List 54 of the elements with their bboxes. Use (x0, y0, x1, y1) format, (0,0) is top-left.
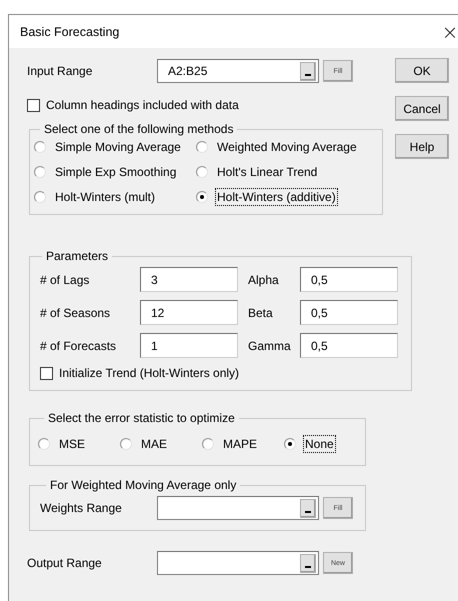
text-field[interactable]: 1 (140, 333, 238, 358)
group-title: Select the error statistic to optimize (47, 411, 236, 425)
radio-label: MSE (58, 436, 86, 453)
radio-button[interactable] (196, 166, 208, 178)
radio-button[interactable] (120, 438, 132, 450)
field-label: Alpha (248, 272, 280, 286)
field-label: Gamma (248, 338, 292, 352)
close-button[interactable]: × (435, 20, 458, 44)
text-field[interactable]: 12 (140, 300, 238, 325)
range-field[interactable]: A2:B25 (157, 59, 319, 83)
text-field[interactable]: 0,5 (300, 267, 398, 292)
field-label: Weights Range (40, 501, 123, 515)
range-field[interactable] (157, 496, 319, 520)
field-label: Output Range (27, 556, 103, 570)
radio-label: Holt-Winters (additive) (215, 188, 338, 206)
range-field[interactable] (157, 551, 319, 575)
radio-button[interactable] (34, 141, 46, 153)
radio-label: None (303, 435, 336, 453)
dialog-button[interactable]: Help (395, 134, 449, 159)
group-title: For Weighted Moving Average only (49, 478, 238, 492)
radio-button[interactable] (34, 166, 46, 178)
radio-label: Holt-Winters (mult) (54, 189, 156, 206)
checkbox-label: Column headings included with data (46, 98, 239, 112)
radio-label: Simple Moving Average (54, 139, 182, 156)
window-title: Basic Forecasting (20, 24, 120, 38)
collapse-button[interactable] (300, 498, 316, 518)
text-field[interactable]: 0,5 (300, 300, 398, 325)
checkbox-label: Initialize Trend (Holt-Winters only) (59, 366, 240, 380)
field-label: Beta (248, 306, 274, 320)
dialog-button[interactable]: OK (395, 58, 449, 83)
radio-label: Weighted Moving Average (216, 139, 358, 156)
radio-label: Holt's Linear Trend (216, 164, 318, 181)
field-label: # of Lags (40, 272, 90, 286)
group-title: Parameters (45, 249, 110, 263)
text-field[interactable]: 0,5 (300, 333, 398, 358)
radio-button[interactable] (196, 141, 208, 153)
radio-button[interactable] (284, 438, 296, 450)
text-field[interactable]: 3 (140, 267, 238, 292)
radio-button[interactable] (34, 191, 46, 203)
group-title: Select one of the following methods (43, 122, 234, 136)
collapse-button[interactable] (300, 554, 316, 572)
dialog-button[interactable]: Cancel (395, 96, 449, 121)
field-label: # of Forecasts (40, 338, 118, 352)
radio-button[interactable] (38, 438, 50, 450)
field-label: Input Range (27, 64, 94, 78)
radio-label: MAPE (222, 436, 258, 453)
collapse-button[interactable] (300, 62, 316, 80)
radio-button[interactable] (196, 191, 208, 203)
checkbox[interactable] (40, 366, 53, 380)
radio-label: MAE (140, 436, 168, 453)
radio-button[interactable] (202, 438, 214, 450)
checkbox[interactable] (27, 98, 40, 112)
field-label: # of Seasons (40, 306, 112, 320)
radio-label: Simple Exp Smoothing (54, 164, 178, 181)
